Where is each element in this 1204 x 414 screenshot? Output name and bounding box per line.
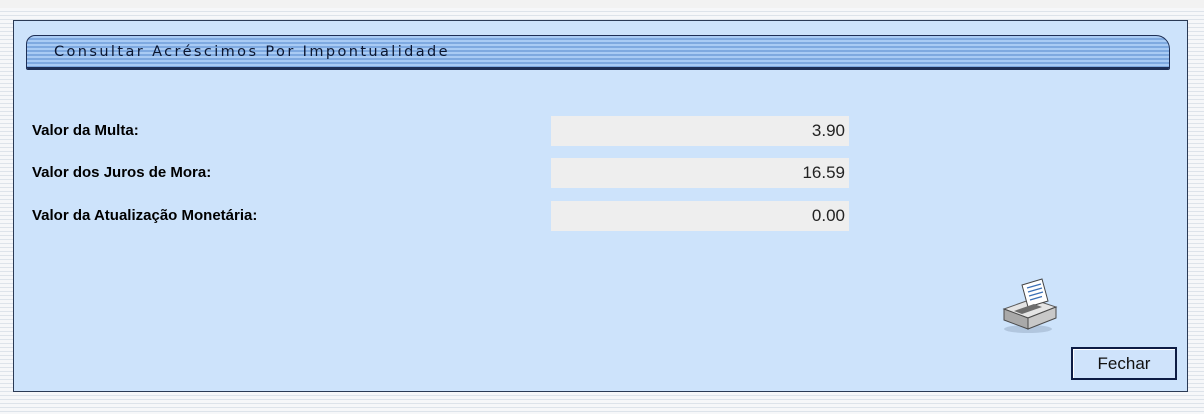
label-valor-atualizacao-monetaria: Valor da Atualização Monetária: (32, 207, 258, 224)
panel-title-bar: Consultar Acréscimos Por Impontualidade (26, 35, 1170, 70)
field-row-multa: Valor da Multa: 3.90 (14, 116, 1189, 146)
value-valor-juros-mora: 16.59 (551, 158, 849, 188)
value-valor-atualizacao-monetaria: 0.00 (551, 201, 849, 231)
close-button[interactable]: Fechar (1071, 347, 1177, 380)
label-valor-juros-mora: Valor dos Juros de Mora: (32, 164, 212, 181)
label-valor-multa: Valor da Multa: (32, 122, 139, 139)
top-strip (0, 0, 1204, 8)
consult-panel: Consultar Acréscimos Por Impontualidade … (13, 20, 1188, 392)
printer-icon[interactable] (998, 277, 1062, 335)
panel-title: Consultar Acréscimos Por Impontualidade (54, 44, 450, 60)
value-valor-multa: 3.90 (551, 116, 849, 146)
field-row-juros-mora: Valor dos Juros de Mora: 16.59 (14, 158, 1189, 188)
field-row-atualizacao-monetaria: Valor da Atualização Monetária: 0.00 (14, 201, 1189, 231)
